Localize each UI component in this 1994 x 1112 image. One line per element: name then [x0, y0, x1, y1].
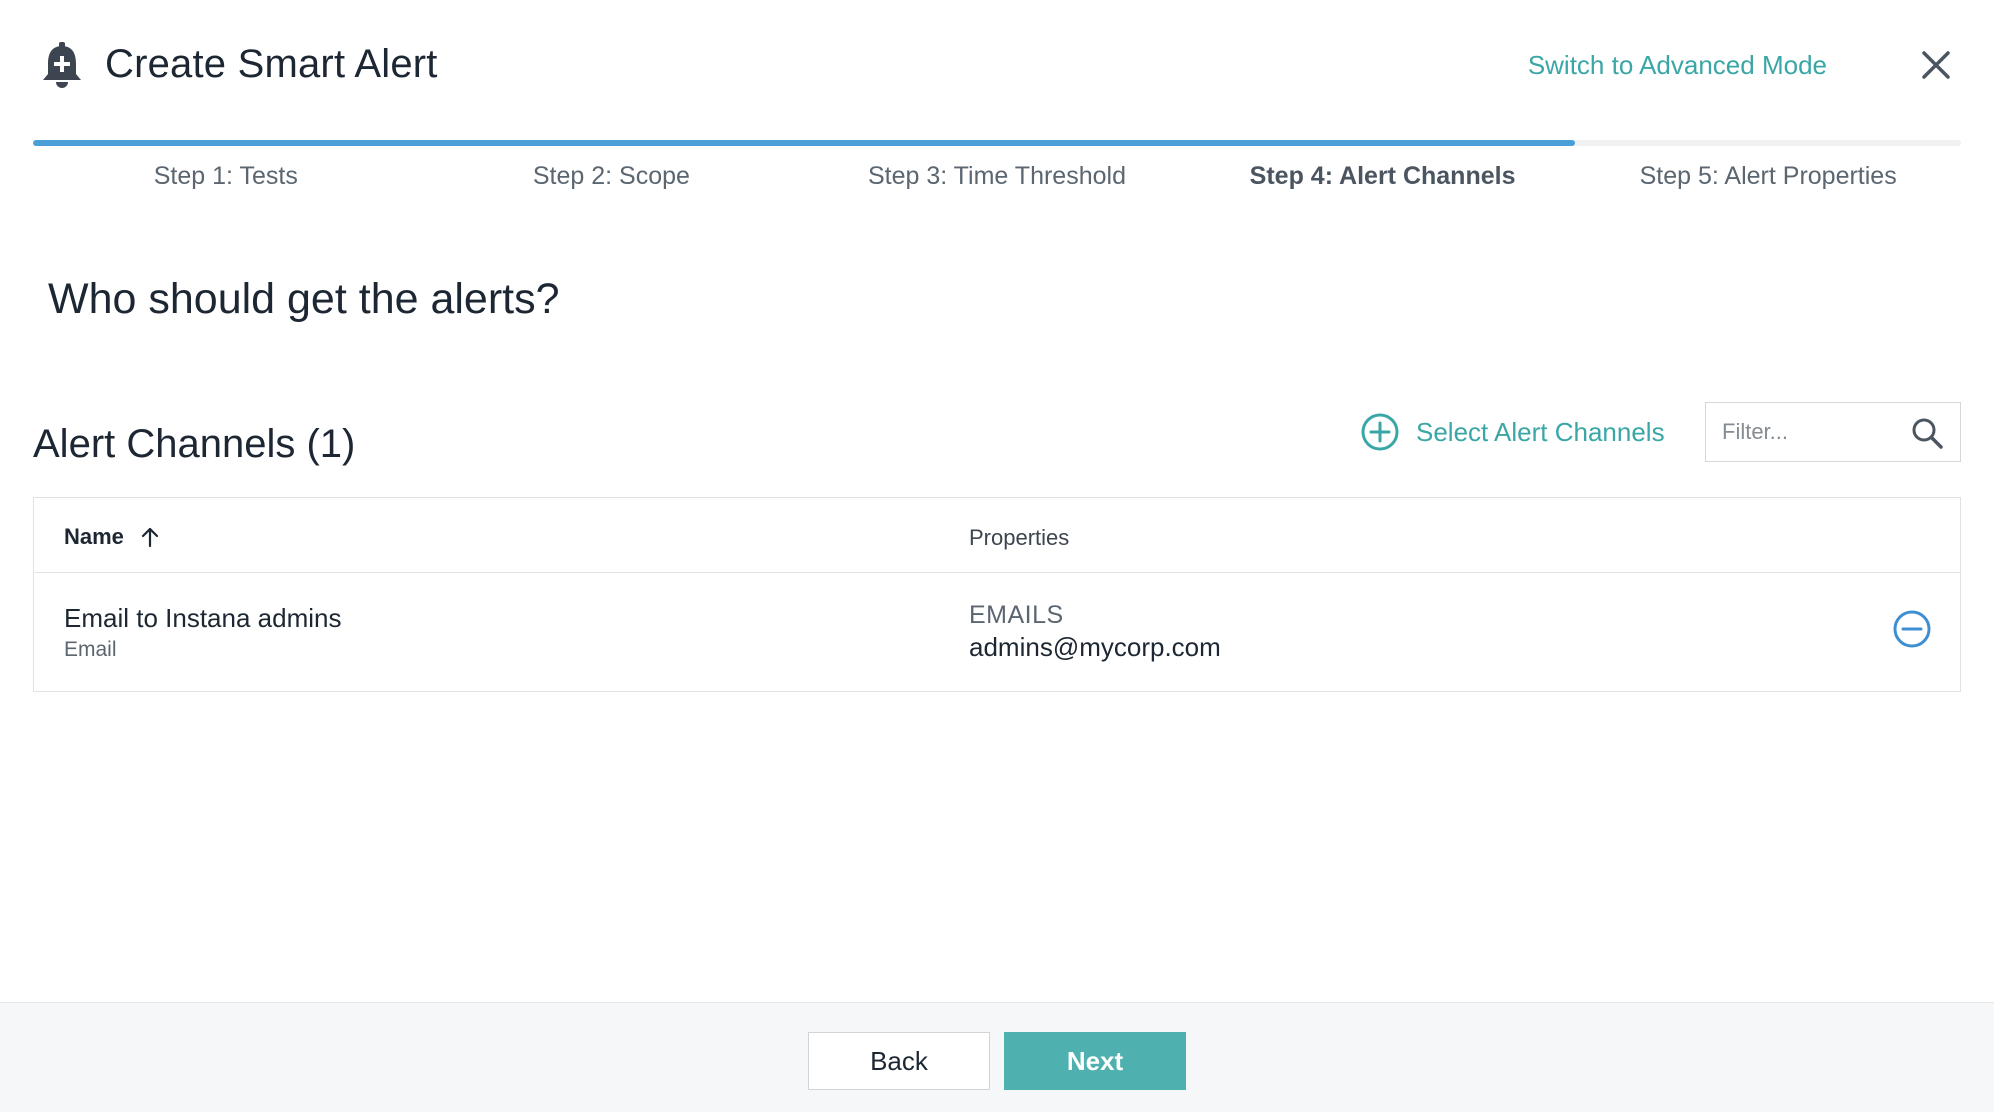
section-question: Who should get the alerts? [48, 275, 560, 323]
select-alert-channels-button[interactable]: Select Alert Channels [1360, 412, 1665, 452]
alert-channels-table: Name Properties Email to Instana admins … [33, 497, 1961, 692]
back-button[interactable]: Back [808, 1032, 990, 1090]
step-alert-channels[interactable]: Step 4: Alert Channels [1190, 160, 1576, 191]
search-icon[interactable] [1910, 416, 1944, 450]
channel-name-cell: Email to Instana admins Email [64, 603, 341, 662]
table-header: Name Properties [34, 498, 1960, 573]
stepper-progress-fill [33, 140, 1576, 146]
bell-plus-icon [40, 40, 84, 90]
step-tests[interactable]: Step 1: Tests [33, 160, 419, 191]
next-button[interactable]: Next [1004, 1032, 1186, 1090]
property-label: EMAILS [969, 601, 1064, 629]
sort-ascending-icon [141, 527, 159, 548]
dialog-footer: Back Next [0, 1002, 1994, 1112]
step-scope[interactable]: Step 2: Scope [419, 160, 805, 191]
column-header-properties: Properties [969, 525, 1070, 550]
remove-circle-icon[interactable] [1892, 609, 1932, 649]
create-smart-alert-dialog: Create Smart Alert Switch to Advanced Mo… [0, 0, 1994, 1112]
close-icon[interactable] [1918, 47, 1954, 83]
select-alert-channels-label: Select Alert Channels [1416, 416, 1665, 447]
filter-input[interactable] [1706, 419, 1896, 445]
channel-properties-cell: EMAILS admins@mycorp.com [969, 601, 1221, 663]
channel-type: Email [64, 638, 117, 661]
table-row: Email to Instana admins Email EMAILS adm… [34, 573, 1960, 691]
channel-name: Email to Instana admins [64, 603, 342, 633]
step-time-threshold[interactable]: Step 3: Time Threshold [804, 160, 1190, 191]
add-circle-icon [1361, 413, 1399, 451]
alert-channels-title: Alert Channels (1) [33, 422, 356, 466]
stepper: Step 1: Tests Step 2: Scope Step 3: Time… [33, 160, 1961, 191]
step-alert-properties[interactable]: Step 5: Alert Properties [1575, 160, 1961, 191]
column-name-label: Name [64, 524, 124, 549]
switch-advanced-mode-link[interactable]: Switch to Advanced Mode [1528, 50, 1827, 81]
filter-box [1705, 402, 1961, 462]
property-value: admins@mycorp.com [969, 632, 1221, 662]
stepper-progress-track [33, 140, 1961, 146]
column-header-name[interactable]: Name [64, 524, 162, 550]
page-title: Create Smart Alert [105, 42, 438, 86]
